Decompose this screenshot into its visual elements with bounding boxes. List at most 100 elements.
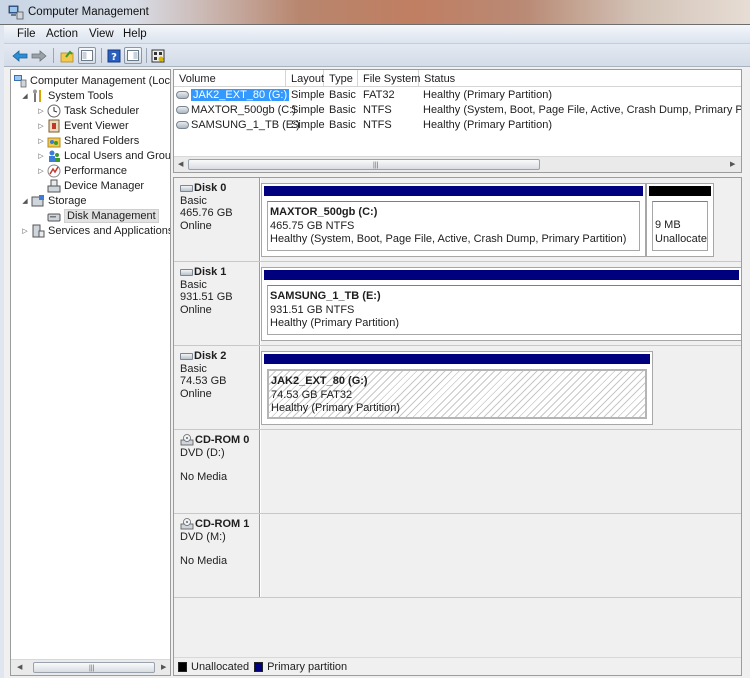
unallocated-block[interactable]: 9 MB Unallocated <box>646 183 714 257</box>
show-hide-action-pane-button[interactable] <box>124 47 142 64</box>
cd-drive-icon <box>180 434 194 446</box>
disk-label[interactable]: Disk 2 Basic 74.53 GB Online <box>174 346 260 429</box>
disk-label[interactable]: CD-ROM 0 DVD (D:) No Media <box>174 430 260 513</box>
column-header-status[interactable]: Status <box>419 70 741 87</box>
disk-label[interactable]: CD-ROM 1 DVD (M:) No Media <box>174 514 260 597</box>
partition-name <box>655 206 707 219</box>
disk-type: Basic <box>180 278 207 291</box>
volume-list-header: Volume Layout Type File System Status <box>174 70 741 87</box>
collapsed-arrow-icon[interactable]: ▷ <box>37 122 45 130</box>
expanded-arrow-icon[interactable]: ◢ <box>21 92 29 100</box>
tree-item-performance[interactable]: ▷ Performance <box>37 163 127 178</box>
partition-block[interactable]: SAMSUNG_1_TB (E:) 931.51 GB NTFS Healthy… <box>261 267 741 341</box>
tree-item-storage[interactable]: ◢ Storage <box>21 193 87 208</box>
disk-state: No Media <box>180 555 228 567</box>
menu-bar: File Action View Help <box>4 25 750 44</box>
hard-disk-icon <box>180 184 193 192</box>
column-header-layout[interactable]: Layout <box>286 70 324 87</box>
volume-row[interactable]: MAXTOR_500gb (C:) Simple Basic NTFS Heal… <box>174 103 741 118</box>
scroll-right-icon[interactable]: ▶ <box>730 160 735 168</box>
window-title: Computer Management <box>28 6 149 18</box>
disk-size <box>180 543 259 555</box>
scrollbar-thumb[interactable]: ||| <box>33 662 155 673</box>
volume-type: Basic <box>329 104 356 116</box>
drive-icon <box>176 121 189 129</box>
hard-disk-icon <box>180 268 193 276</box>
disk-name: Disk 2 <box>194 350 227 362</box>
scrollbar-thumb[interactable]: ||| <box>188 159 540 170</box>
disk-type: Basic <box>180 194 207 207</box>
volume-type: Basic <box>329 89 356 101</box>
disk-partition-area: SAMSUNG_1_TB (E:) 931.51 GB NTFS Healthy… <box>261 262 741 345</box>
legend-swatch-primary <box>254 661 264 672</box>
disk-partition-area <box>261 430 741 513</box>
partition-body: SAMSUNG_1_TB (E:) 931.51 GB NTFS Healthy… <box>267 285 741 335</box>
cd-drive-icon <box>180 518 194 530</box>
computer-management-icon <box>14 74 27 87</box>
disk-map: Disk 0 Basic 465.76 GB Online MAXTOR_500… <box>173 177 742 676</box>
volume-row[interactable]: SAMSUNG_1_TB (E:) Simple Basic NTFS Heal… <box>174 118 741 133</box>
tree-horizontal-scrollbar[interactable]: ◀ ||| ▶ <box>11 659 170 675</box>
tree-item-disk-management[interactable]: Disk Management <box>47 208 159 223</box>
collapsed-arrow-icon[interactable]: ▷ <box>37 137 45 145</box>
drive-icon <box>176 91 189 99</box>
toolbar-separator <box>53 48 54 63</box>
partition-name: MAXTOR_500gb (C:) <box>270 206 378 218</box>
properties-icon <box>151 49 165 62</box>
scroll-left-icon[interactable]: ◀ <box>178 160 183 168</box>
menu-file[interactable]: File <box>17 28 36 40</box>
collapsed-arrow-icon[interactable]: ▷ <box>37 152 45 160</box>
drive-icon <box>176 106 189 114</box>
properties-button[interactable] <box>149 47 167 64</box>
collapsed-arrow-icon[interactable]: ▷ <box>37 107 45 115</box>
partition-name: JAK2_EXT_80 (G:) <box>271 375 368 387</box>
volume-name: SAMSUNG_1_TB (E:) <box>176 119 300 131</box>
up-one-level-button[interactable] <box>58 47 76 64</box>
volume-name: MAXTOR_500gb (C:) <box>176 104 296 116</box>
show-hide-console-tree-button[interactable] <box>78 47 96 64</box>
disk-row: Disk 1 Basic 931.51 GB Online SAMSUNG_1_… <box>174 262 741 346</box>
partition-block[interactable]: MAXTOR_500gb (C:) 465.75 GB NTFS Healthy… <box>261 183 646 257</box>
disk-label[interactable]: Disk 1 Basic 931.51 GB Online <box>174 262 260 345</box>
back-button[interactable] <box>11 47 29 64</box>
disk-name: CD-ROM 1 <box>195 518 250 530</box>
disk-label[interactable]: Disk 0 Basic 465.76 GB Online <box>174 178 260 261</box>
menu-action[interactable]: Action <box>46 28 78 40</box>
column-header-file-system[interactable]: File System <box>358 70 420 87</box>
disk-size: 465.76 GB <box>180 207 233 219</box>
legend-label-unallocated: Unallocated <box>191 660 250 673</box>
scroll-left-icon[interactable]: ◀ <box>17 663 22 671</box>
volume-file-system: FAT32 <box>363 89 395 101</box>
tree-item-services-and-applications[interactable]: ▷ Services and Applications <box>21 223 170 238</box>
volume-file-system: NTFS <box>363 119 392 131</box>
scroll-right-icon[interactable]: ▶ <box>161 663 166 671</box>
collapsed-arrow-icon[interactable]: ▷ <box>21 227 29 235</box>
tree-item-event-viewer[interactable]: ▷ Event Viewer <box>37 118 129 133</box>
volume-type: Basic <box>329 119 356 131</box>
tree-item-shared-folders[interactable]: ▷ Shared Folders <box>37 133 139 148</box>
tree-item-system-tools[interactable]: ◢ System Tools <box>21 88 113 103</box>
partition-block-selected[interactable]: JAK2_EXT_80 (G:) 74.53 GB FAT32 Healthy … <box>261 351 653 425</box>
expanded-arrow-icon[interactable]: ◢ <box>21 197 29 205</box>
help-button[interactable]: ? <box>105 47 123 64</box>
volume-list-horizontal-scrollbar[interactable]: ◀ ||| ▶ <box>174 156 741 172</box>
column-header-volume[interactable]: Volume <box>174 70 286 87</box>
volume-row[interactable]: JAK2_EXT_80 (G:) Simple Basic FAT32 Heal… <box>174 88 741 103</box>
column-header-type[interactable]: Type <box>324 70 358 87</box>
computer-management-icon <box>8 5 24 20</box>
tree-item-task-scheduler[interactable]: ▷ Task Scheduler <box>37 103 139 118</box>
tree-item-computer-management[interactable]: Computer Management (Local <box>13 73 170 88</box>
disk-partition-area: MAXTOR_500gb (C:) 465.75 GB NTFS Healthy… <box>261 178 741 261</box>
disk-row: Disk 0 Basic 465.76 GB Online MAXTOR_500… <box>174 178 741 262</box>
disk-management-icon <box>47 213 61 221</box>
disk-type: DVD (D:) <box>180 446 225 459</box>
storage-icon <box>31 194 44 206</box>
disk-type: DVD (M:) <box>180 530 226 543</box>
tree-item-local-users-and-groups[interactable]: ▷ Local Users and Groups <box>37 148 170 163</box>
disk-state: No Media <box>180 471 228 483</box>
collapsed-arrow-icon[interactable]: ▷ <box>37 167 45 175</box>
forward-button[interactable] <box>30 47 48 64</box>
menu-view[interactable]: View <box>89 28 114 40</box>
menu-help[interactable]: Help <box>123 28 147 40</box>
tree-item-device-manager[interactable]: Device Manager <box>47 178 144 193</box>
